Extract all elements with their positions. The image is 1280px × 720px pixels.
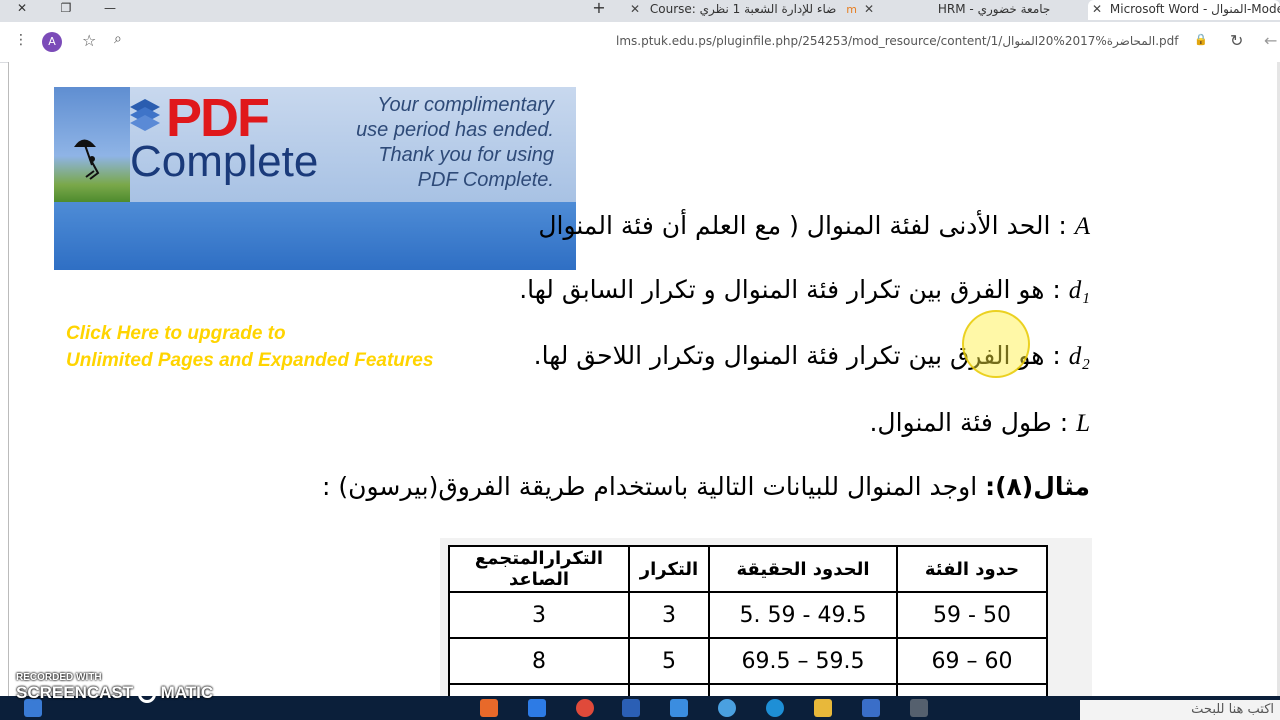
table-cell: 50 - 59 — [896, 591, 1048, 639]
upgrade-line: Unlimited Pages and Expanded Features — [66, 350, 434, 371]
table-cell: 3 — [448, 591, 630, 639]
table-cell: 5 — [628, 637, 710, 685]
browser-tab-strip: ✕ ❐ — + ✕ Course: ضاء للإدارة الشعبة 1 ن… — [0, 0, 1280, 22]
watermark-matic: MATIC — [160, 683, 214, 702]
table-cell: 59.5 – 69.5 — [708, 637, 898, 685]
table-cell — [708, 683, 898, 696]
close-tab-icon[interactable]: ✕ — [864, 2, 874, 16]
upgrade-line: Click Here to upgrade to — [66, 323, 286, 344]
zoom-icon[interactable]: ⌕ — [114, 31, 122, 47]
table-cell — [896, 683, 1048, 696]
taskbar-search-box[interactable]: اكتب هنا للبحث — [1080, 700, 1280, 720]
lock-icon: 🔒 — [1194, 33, 1208, 46]
promo-line: Thank you for using — [378, 144, 554, 166]
table-cell — [628, 683, 710, 696]
promo-text: Your complimentary use period has ended.… — [324, 93, 554, 193]
definition-text: : هو الفرق بين تكرار فئة المنوال و تكرار… — [519, 275, 1061, 304]
url-field[interactable]: lms.ptuk.edu.ps/pluginfile.php/254253/mo… — [616, 34, 1178, 48]
pdf-complete-banner[interactable]: PDF Complete Your complimentary use peri… — [54, 87, 576, 371]
tab-title: Microsoft Word - المنوال-Mode — [1109, 2, 1280, 16]
word-icon[interactable] — [622, 699, 640, 717]
definition-text: : طول فئة المنوال. — [869, 408, 1069, 437]
table-cell: 60 – 69 — [896, 637, 1048, 685]
table-row: 50 - 59 49.5 - 59 .5 3 3 — [448, 591, 1048, 639]
table-row — [448, 683, 1048, 696]
tab-hrm[interactable]: ✕ HRM - جامعة خضوري — [860, 0, 1086, 20]
tab-title: Course: ضاء للإدارة الشعبة 1 نظري — [649, 2, 837, 16]
definition-line-l: L : طول فئة المنوال. — [869, 408, 1090, 438]
screencast-watermark: RECORDED WITH SCREENCAST MATIC — [16, 672, 213, 703]
profile-avatar[interactable]: A — [42, 32, 62, 52]
symbol-d2: d₂ — [1068, 343, 1090, 370]
frequency-table: حدود الفئة الحدود الحقيقة التكرار التكرا… — [448, 545, 1048, 696]
store-icon[interactable] — [862, 699, 880, 717]
edge-icon[interactable] — [766, 699, 784, 717]
bookmark-star-icon[interactable]: ☆ — [82, 31, 96, 50]
header-class-limits: حدود الفئة — [896, 545, 1048, 593]
chrome-icon[interactable] — [576, 699, 594, 717]
page-left-edge — [8, 62, 9, 696]
file-explorer-icon[interactable] — [814, 699, 832, 717]
table-row: 60 – 69 59.5 – 69.5 5 8 — [448, 637, 1048, 685]
address-bar: ⋮ A ☆ ⌕ lms.ptuk.edu.ps/pluginfile.php/2… — [0, 22, 1280, 63]
promo-line: PDF Complete. — [417, 169, 554, 191]
more-menu-icon[interactable]: ⋮ — [14, 32, 28, 48]
watermark-recorded-with: RECORDED WITH — [16, 672, 102, 683]
header-frequency: التكرار — [628, 545, 710, 593]
new-tab-button[interactable]: + — [590, 0, 608, 18]
table-cell — [448, 683, 630, 696]
banner-sky-image — [54, 87, 130, 202]
close-tab-icon[interactable]: ✕ — [1092, 2, 1102, 16]
cursor-highlight — [962, 310, 1030, 378]
tab-course[interactable]: ✕ Course: ضاء للإدارة الشعبة 1 نظري m — [622, 0, 858, 20]
data-table-container: حدود الفئة الحدود الحقيقة التكرار التكرا… — [440, 538, 1092, 696]
close-tab-icon[interactable]: ✕ — [630, 2, 640, 16]
table-cell: 8 — [448, 637, 630, 685]
watermark-o-icon — [137, 684, 156, 703]
mail-icon[interactable] — [670, 699, 688, 717]
example-label: مثال(٨): — [985, 472, 1090, 501]
symbol-l: L — [1076, 410, 1090, 437]
table-header-row: حدود الفئة الحدود الحقيقة التكرار التكرا… — [448, 545, 1048, 593]
banner-top: PDF Complete Your complimentary use peri… — [54, 87, 576, 202]
moodle-favicon-icon: m — [846, 3, 857, 16]
close-window-icon[interactable]: ✕ — [12, 0, 32, 18]
definition-text: : الحد الأدنى لفئة المنوال ( مع العلم أن… — [538, 211, 1067, 240]
symbol-a: A — [1074, 213, 1090, 240]
screencast-icon[interactable] — [718, 699, 736, 717]
umbrella-jumper-icon — [74, 139, 100, 180]
example-heading: مثال(٨): اوجد المنوال للبيانات التالية ب… — [322, 472, 1090, 501]
task-view-icon[interactable] — [910, 699, 928, 717]
back-arrow-icon[interactable]: ← — [1264, 31, 1277, 50]
tab-microsoft-word-pdf[interactable]: ✕ Microsoft Word - المنوال-Mode — [1088, 0, 1280, 20]
app-icon[interactable] — [480, 699, 498, 717]
symbol-d1: d₁ — [1068, 277, 1090, 304]
table-cell: 49.5 - 59 .5 — [708, 591, 898, 639]
watermark-screencast: SCREENCAST — [16, 683, 134, 702]
video-app-icon[interactable] — [528, 699, 546, 717]
brand-complete: Complete — [130, 137, 319, 186]
definition-line-d1: d₁ : هو الفرق بين تكرار فئة المنوال و تك… — [519, 275, 1090, 305]
reload-icon[interactable]: ↻ — [1230, 31, 1243, 50]
tab-title: HRM - جامعة خضوري — [937, 2, 1051, 16]
upgrade-link-area[interactable]: Click Here to upgrade to Unlimited Pages… — [54, 202, 576, 371]
header-true-limits: الحدود الحقيقة — [708, 545, 898, 593]
pdf-layers-icon — [130, 99, 160, 131]
definition-line-a: A : الحد الأدنى لفئة المنوال ( مع العلم … — [538, 211, 1090, 241]
promo-line: Your complimentary — [377, 94, 554, 116]
table-cell: 3 — [628, 591, 710, 639]
header-cumulative-frequency: التكرارالمتجمع الصاعد — [448, 545, 630, 593]
upgrade-link[interactable]: Click Here to upgrade to Unlimited Pages… — [66, 320, 433, 374]
promo-line: use period has ended. — [356, 119, 554, 141]
minimize-window-icon[interactable]: — — [102, 0, 118, 18]
restore-window-icon[interactable]: ❐ — [58, 0, 74, 18]
example-text: اوجد المنوال للبيانات التالية باستخدام ط… — [321, 472, 986, 501]
